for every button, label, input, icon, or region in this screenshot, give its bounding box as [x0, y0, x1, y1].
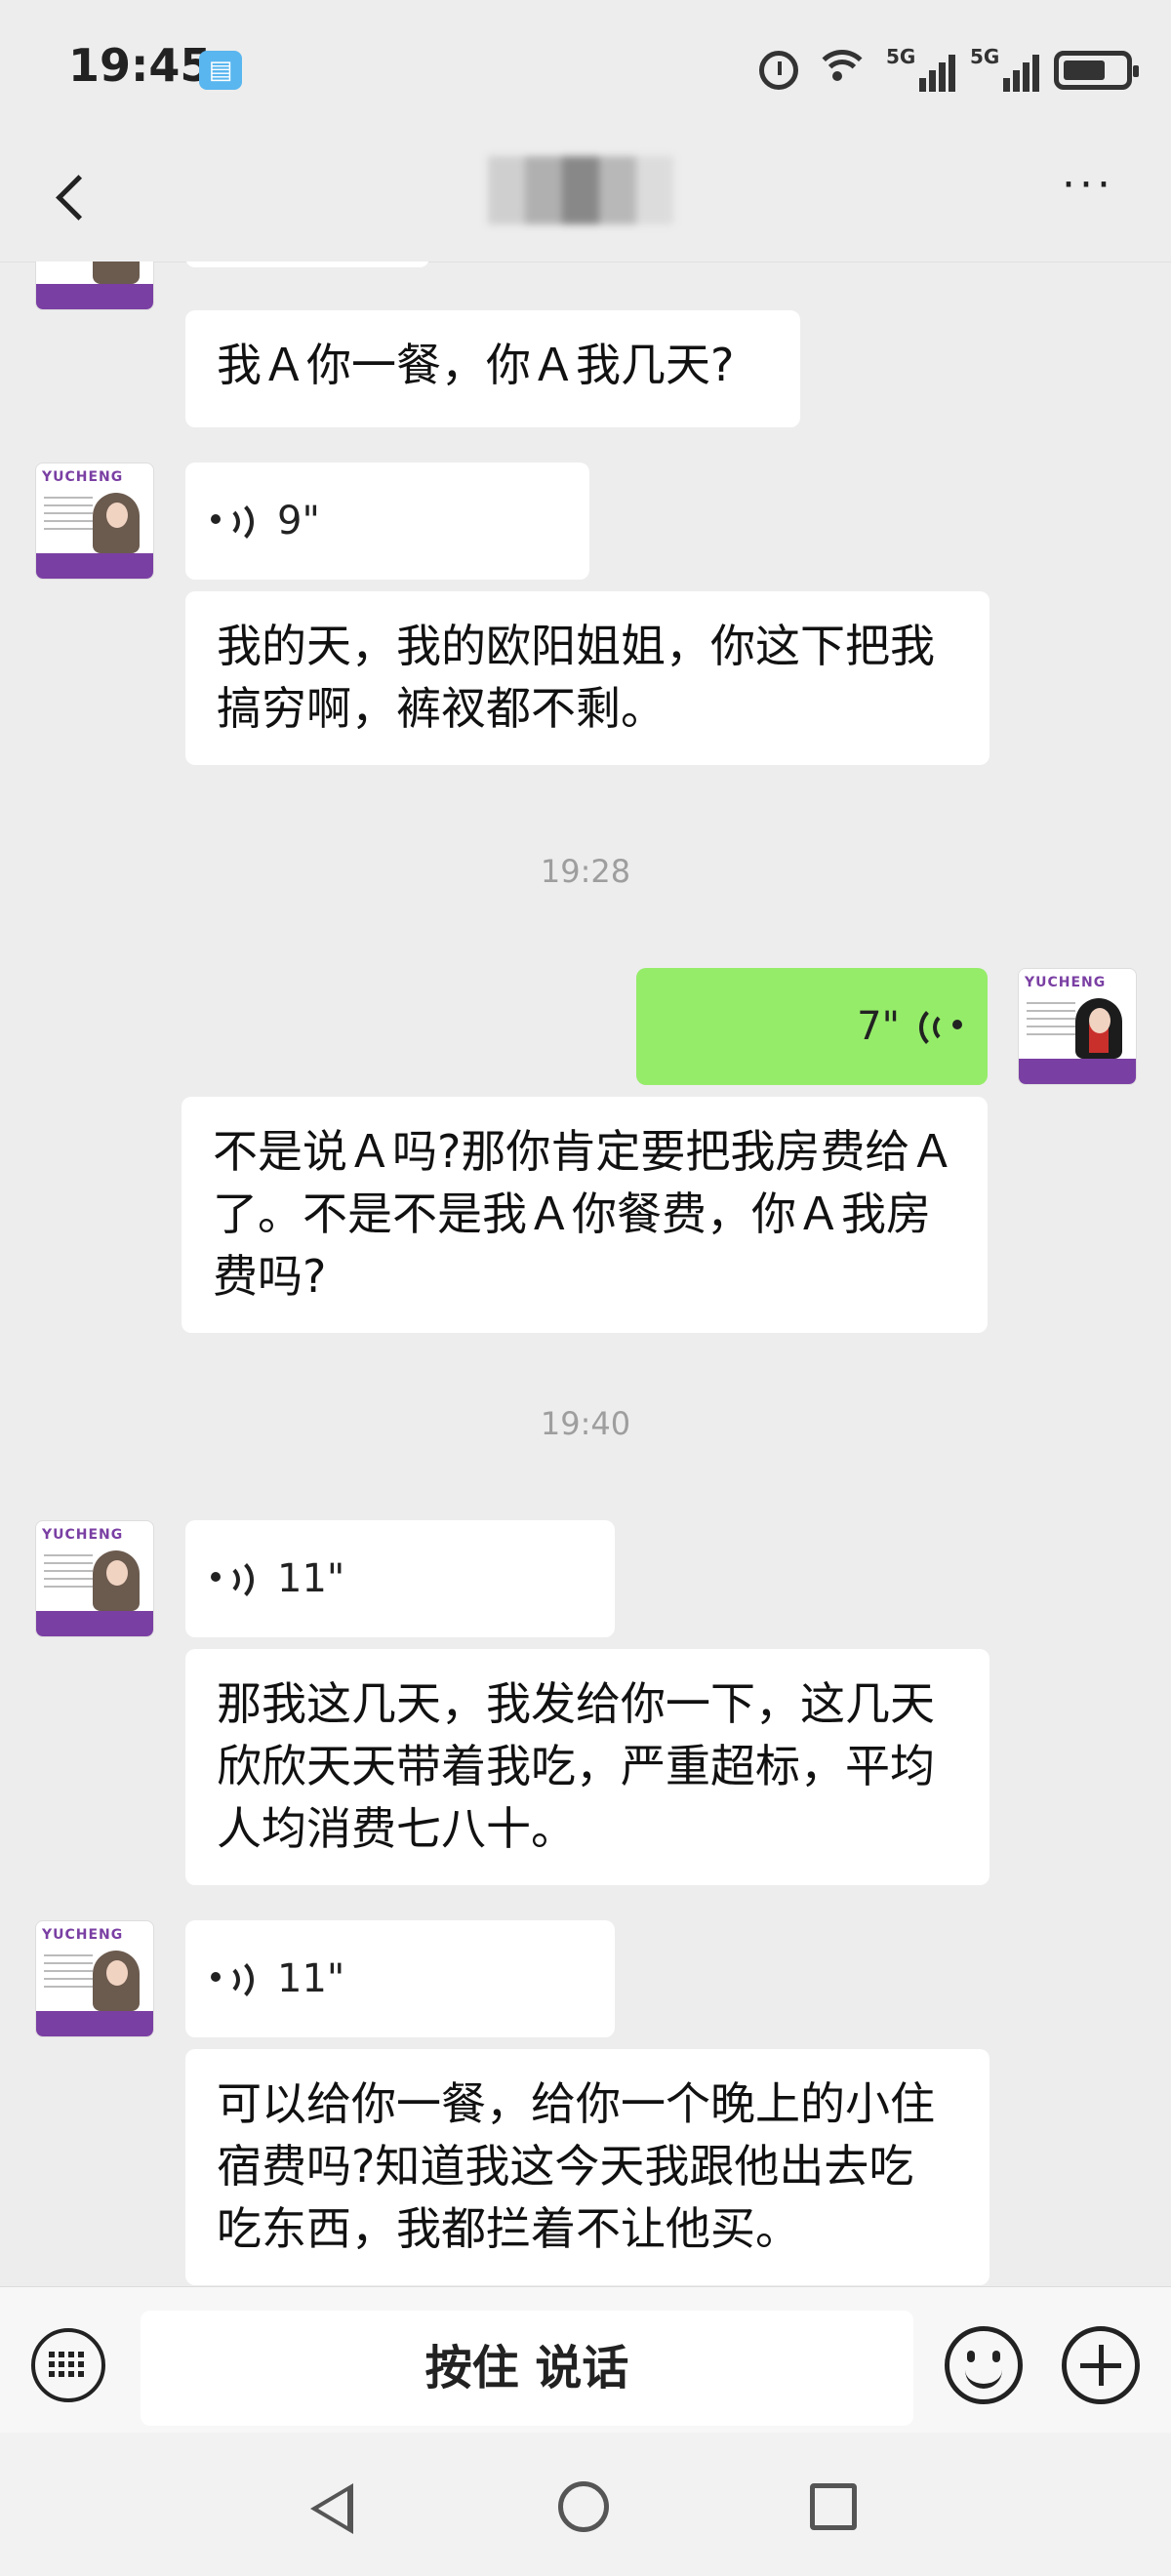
message-text: 我的天，我的欧阳姐姐，你这下把我搞穷啊，裤衩都不剩。 — [217, 620, 935, 735]
message-bubble[interactable]: 我的天，我的欧阳姐姐，你这下把我搞穷啊，裤衩都不剩。 — [185, 591, 989, 765]
hold-to-talk-button[interactable]: 按住 说话 — [141, 2311, 913, 2426]
timestamp: 19:40 — [540, 1405, 631, 1442]
message-text: 我Ａ你一餐，你Ａ我几天? — [217, 339, 735, 391]
message-bubble[interactable] — [185, 262, 429, 267]
input-bar: 按住 说话 — [0, 2286, 1171, 2434]
message-text: 不是说Ａ吗?那你肯定要把我房费给Ａ了。不是不是我Ａ你餐费，你Ａ我房费吗? — [213, 1125, 955, 1303]
status-icons: 5G 5G — [759, 43, 1139, 98]
voice-wave-icon — [917, 1004, 966, 1051]
voice-message[interactable]: 11" — [185, 1920, 615, 2037]
status-time: 19:45 — [68, 39, 212, 92]
avatar[interactable]: YUCHENG — [35, 1520, 154, 1637]
voice-duration: 9" — [277, 499, 320, 543]
more-ellipsis-icon[interactable]: ··· — [1054, 164, 1122, 215]
avatar-self[interactable]: YUCHENG — [1018, 968, 1137, 1085]
back-chevron-icon[interactable] — [49, 166, 107, 224]
network-type-label: 5G — [970, 45, 1000, 68]
message-text: 那我这几天，我发给你一下，这几天欣欣天天带着我吃，严重超标，平均人均消费七八十。 — [217, 1677, 935, 1855]
signal-icon: 5G — [886, 45, 955, 92]
message-text: 可以给你一餐，给你一个晚上的小住宿费吗?知道我这今天我跟他出去吃吃东西，我都拦着… — [217, 2077, 935, 2255]
avatar[interactable]: YUCHENG — [35, 1920, 154, 2037]
voice-duration: 11" — [277, 1556, 345, 1601]
nav-recents-icon[interactable] — [810, 2483, 857, 2530]
voice-message[interactable]: 11" — [185, 1520, 615, 1637]
message-bubble[interactable]: 可以给你一餐，给你一个晚上的小住宿费吗?知道我这今天我跟他出去吃吃东西，我都拦着… — [185, 2049, 989, 2285]
battery-icon — [1054, 51, 1139, 90]
avatar[interactable]: YUCHENG — [35, 262, 154, 310]
voice-wave-icon — [211, 1556, 256, 1603]
status-bar: 19:45 ▤ 5G 5G — [0, 0, 1171, 137]
voice-message-sent[interactable]: 7" — [636, 968, 988, 1085]
voice-message[interactable]: 9" — [185, 463, 589, 580]
voice-duration: 7" — [857, 1004, 900, 1049]
signal-icon: 5G — [970, 45, 1039, 92]
system-navigation-bar — [0, 2433, 1171, 2576]
timestamp: 19:28 — [540, 853, 631, 890]
voice-wave-icon — [211, 499, 256, 545]
network-type-label: 5G — [886, 45, 916, 68]
book-icon: ▤ — [199, 51, 242, 90]
chat-title-blurred — [488, 156, 673, 224]
nav-home-icon[interactable] — [558, 2481, 609, 2532]
emoji-icon[interactable] — [945, 2326, 1023, 2404]
keyboard-icon[interactable] — [31, 2328, 105, 2402]
voice-wave-icon — [211, 1956, 256, 2003]
avatar[interactable]: YUCHENG — [35, 463, 154, 580]
nav-back-icon[interactable] — [310, 2483, 353, 2534]
plus-icon[interactable] — [1062, 2326, 1140, 2404]
chat-header: ··· — [0, 137, 1171, 262]
message-list[interactable]: YUCHENG 我Ａ你一餐，你Ａ我几天? YUCHENG 9" 我的天，我的欧阳… — [0, 262, 1171, 2286]
message-bubble[interactable]: 不是说Ａ吗?那你肯定要把我房费给Ａ了。不是不是我Ａ你餐费，你Ａ我房费吗? — [182, 1097, 988, 1333]
message-bubble[interactable]: 那我这几天，我发给你一下，这几天欣欣天天带着我吃，严重超标，平均人均消费七八十。 — [185, 1649, 989, 1885]
wifi-icon — [814, 50, 870, 91]
message-bubble[interactable]: 我Ａ你一餐，你Ａ我几天? — [185, 310, 800, 427]
alarm-icon — [759, 51, 798, 90]
voice-duration: 11" — [277, 1956, 345, 2001]
